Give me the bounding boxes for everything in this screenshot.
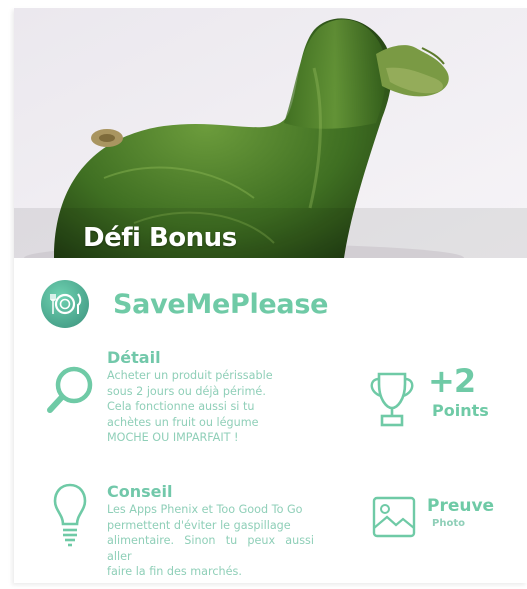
detail-line: Acheter un produit périssable bbox=[107, 369, 273, 382]
advice-text: Les Apps Phenix et Too Good To Go permet… bbox=[107, 502, 314, 580]
detail-line: sous 2 jours ou déjà périmé. bbox=[107, 384, 266, 398]
proof-type: Photo bbox=[432, 518, 465, 529]
detail-line: Cela fonctionne aussi si tu bbox=[107, 400, 255, 413]
reward-points-label: Points bbox=[432, 401, 489, 420]
trophy-icon bbox=[370, 372, 414, 427]
app-name: SaveMePlease bbox=[113, 288, 329, 320]
magnifier-icon bbox=[47, 366, 93, 413]
detail-line: MOCHE OU IMPARFAIT ! bbox=[107, 431, 239, 444]
advice-line: permettent d'éviter le gaspillage bbox=[107, 518, 291, 532]
detail-text: Acheter un produit périssable sous 2 jou… bbox=[107, 368, 316, 446]
plate-fork-knife-icon bbox=[41, 280, 89, 328]
challenge-title: Défi Bonus bbox=[83, 223, 237, 253]
detail-line: achètes un fruit ou légume bbox=[107, 415, 259, 429]
reward-points-value: +2 bbox=[428, 362, 476, 400]
photo-icon bbox=[372, 496, 416, 538]
challenge-card: Défi Bonus SaveMePlease Détail Acheter u… bbox=[14, 8, 527, 583]
hero-image: Défi Bonus bbox=[14, 8, 527, 258]
advice-title: Conseil bbox=[107, 482, 173, 501]
lightbulb-icon bbox=[53, 483, 87, 547]
zucchini-photo bbox=[14, 8, 527, 258]
advice-line: Les Apps Phenix et Too Good To Go bbox=[107, 503, 303, 516]
detail-title: Détail bbox=[107, 348, 161, 367]
proof-title: Preuve bbox=[427, 496, 495, 516]
advice-line: faire la fin des marchés. bbox=[107, 565, 242, 578]
app-header: SaveMePlease bbox=[41, 278, 328, 330]
advice-line: alimentaire. Sinon tu peux aussi aller bbox=[107, 534, 314, 563]
